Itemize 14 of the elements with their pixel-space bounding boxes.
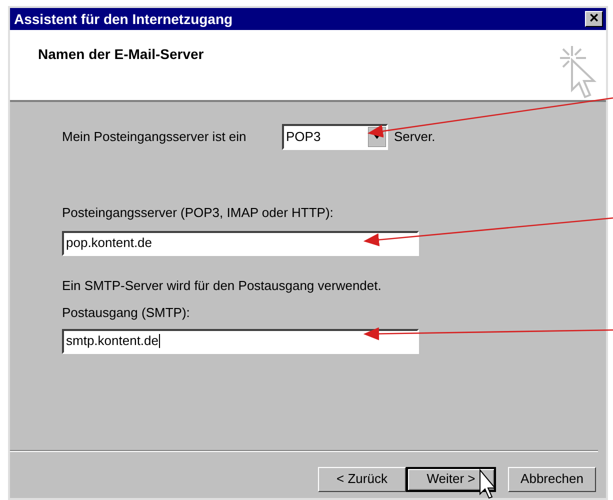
- field-suffix: Server.: [394, 128, 436, 146]
- info-text: Ein SMTP-Server wird für den Postausgang verwendet.: [62, 276, 382, 295]
- field-label: Mein Posteingangsserver ist ein: [62, 128, 248, 146]
- close-button[interactable]: ×: [585, 11, 603, 27]
- outgoing-server-field[interactable]: smtp.kontent.de: [62, 328, 419, 354]
- dialog-button[interactable]: Weiter >: [406, 466, 496, 492]
- server-type-dropdown[interactable]: POP3: [282, 124, 388, 150]
- window-title: Assistent für den Internetzugang: [14, 10, 233, 29]
- incoming-server-field[interactable]: pop.kontent.de: [62, 230, 419, 256]
- field-label: Posteingangsserver (POP3, IMAP oder HTTP):: [62, 204, 334, 222]
- dialog-button[interactable]: < Zurück: [318, 466, 406, 492]
- dialog-button[interactable]: Abbrechen: [508, 466, 596, 492]
- field-label: Postausgang (SMTP):: [62, 304, 191, 322]
- page-heading: Namen der E-Mail-Server: [38, 45, 204, 64]
